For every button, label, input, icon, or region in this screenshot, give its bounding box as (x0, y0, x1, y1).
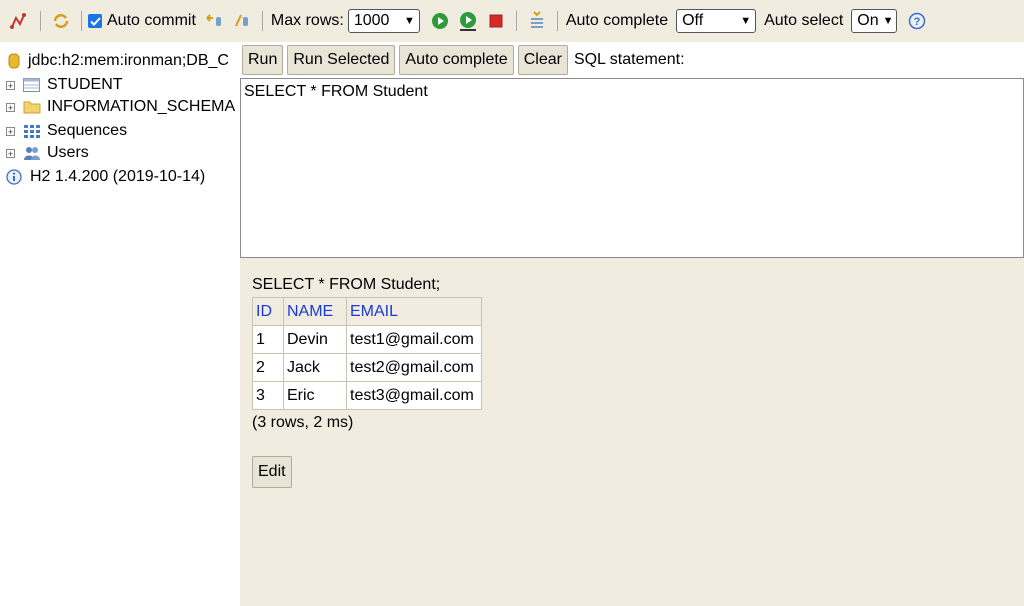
auto-select-label: Auto select (764, 12, 844, 29)
auto-select-select[interactable]: On ▼ (851, 9, 898, 33)
help-icon[interactable]: ? (906, 10, 928, 32)
table-icon (23, 77, 41, 93)
run-selected-icon[interactable] (457, 10, 479, 32)
table-cell: 1 (252, 325, 284, 354)
refresh-icon[interactable] (50, 10, 72, 32)
column-header-email[interactable]: EMAIL (346, 297, 482, 326)
table-cell: 2 (252, 353, 284, 382)
disconnect-icon[interactable] (9, 10, 31, 32)
schema-tree: jdbc:h2:mem:ironman;DB_C + STUDENT + INF… (0, 42, 240, 606)
table-cell: Eric (283, 381, 347, 410)
folder-icon (23, 99, 41, 115)
rollback-icon[interactable] (203, 10, 225, 32)
info-icon (6, 169, 24, 185)
result-summary: (3 rows, 2 ms) (252, 414, 354, 431)
table-row: 3 Eric test3@gmail.com (252, 381, 482, 410)
tree-item-label: Users (47, 144, 89, 161)
commit-icon[interactable] (231, 10, 253, 32)
clear-button[interactable]: Clear (517, 45, 568, 75)
table-cell: 3 (252, 381, 284, 410)
auto-commit-label: Auto commit (107, 12, 196, 29)
edit-button[interactable]: Edit (252, 456, 292, 488)
table-cell: test1@gmail.com (346, 325, 482, 354)
run-icon[interactable] (429, 10, 451, 32)
database-icon (8, 53, 22, 69)
table-cell: Jack (283, 353, 347, 382)
tree-item-label: Sequences (47, 122, 128, 139)
expand-icon[interactable]: + (6, 148, 15, 158)
expand-icon[interactable]: + (6, 80, 15, 90)
max-rows-select[interactable]: 1000 ▼ (347, 9, 420, 33)
toolbar-separator (515, 11, 517, 31)
chevron-down-icon: ▼ (740, 15, 752, 27)
column-header-name[interactable]: NAME (283, 297, 347, 326)
auto-commit-checkbox[interactable] (88, 14, 102, 28)
max-rows-label: Max rows: (270, 12, 344, 29)
run-selected-button[interactable]: Run Selected (287, 45, 396, 75)
column-header-id[interactable]: ID (252, 297, 284, 326)
auto-complete-value: Off (682, 12, 704, 29)
auto-complete-button[interactable]: Auto complete (399, 45, 514, 75)
auto-select-value: On (857, 12, 879, 29)
table-cell: Devin (283, 325, 347, 354)
toolbar-separator (556, 11, 558, 31)
auto-complete-label: Auto complete (565, 12, 669, 29)
connection-label: jdbc:h2:mem:ironman;DB_C (28, 52, 229, 69)
run-button[interactable]: Run (242, 45, 284, 75)
result-query: SELECT * FROM Student; (252, 276, 441, 293)
table-header-row: ID NAME EMAIL (252, 297, 482, 326)
chevron-down-icon: ▼ (403, 15, 415, 27)
main-panel: Run Run Selected Auto complete Clear SQL… (240, 42, 1024, 606)
svg-text:?: ? (914, 16, 921, 28)
users-icon (23, 145, 41, 161)
max-rows-value: 1000 (353, 12, 390, 29)
history-icon[interactable] (526, 10, 548, 32)
stop-icon[interactable] (485, 10, 507, 32)
table-row: 1 Devin test1@gmail.com (252, 325, 482, 354)
toolbar: Auto commit Max rows: 1000 ▼ Auto comple… (0, 0, 1024, 42)
tree-item-label: STUDENT (47, 76, 123, 93)
version-label: H2 1.4.200 (2019-10-14) (30, 168, 206, 185)
result-table: ID NAME EMAIL 1 Devin test1@gmail.com 2 … (252, 297, 482, 410)
toolbar-separator (261, 11, 263, 31)
table-cell: test3@gmail.com (346, 381, 482, 410)
expand-icon[interactable]: + (6, 102, 15, 112)
query-button-bar: Run Run Selected Auto complete Clear SQL… (240, 42, 1024, 78)
tree-item-sequences[interactable]: + Sequences (6, 120, 127, 142)
chevron-down-icon: ▼ (882, 15, 894, 27)
sql-editor[interactable]: SELECT * FROM Student (240, 78, 1024, 258)
toolbar-separator (81, 11, 82, 31)
tree-item-users[interactable]: + Users (6, 142, 89, 164)
tree-connection[interactable]: jdbc:h2:mem:ironman;DB_C (8, 50, 229, 72)
tree-item-student[interactable]: + STUDENT (6, 74, 123, 96)
auto-complete-select[interactable]: Off ▼ (676, 9, 757, 33)
table-row: 2 Jack test2@gmail.com (252, 353, 482, 382)
tree-item-label: INFORMATION_SCHEMA (47, 98, 236, 115)
expand-icon[interactable]: + (6, 126, 15, 136)
tree-item-information-schema[interactable]: + INFORMATION_SCHEMA (6, 96, 235, 118)
toolbar-separator (40, 11, 41, 31)
tree-version: H2 1.4.200 (2019-10-14) (6, 166, 205, 188)
sequence-icon (23, 123, 41, 139)
sql-statement-label: SQL statement: (573, 51, 685, 68)
table-cell: test2@gmail.com (346, 353, 482, 382)
